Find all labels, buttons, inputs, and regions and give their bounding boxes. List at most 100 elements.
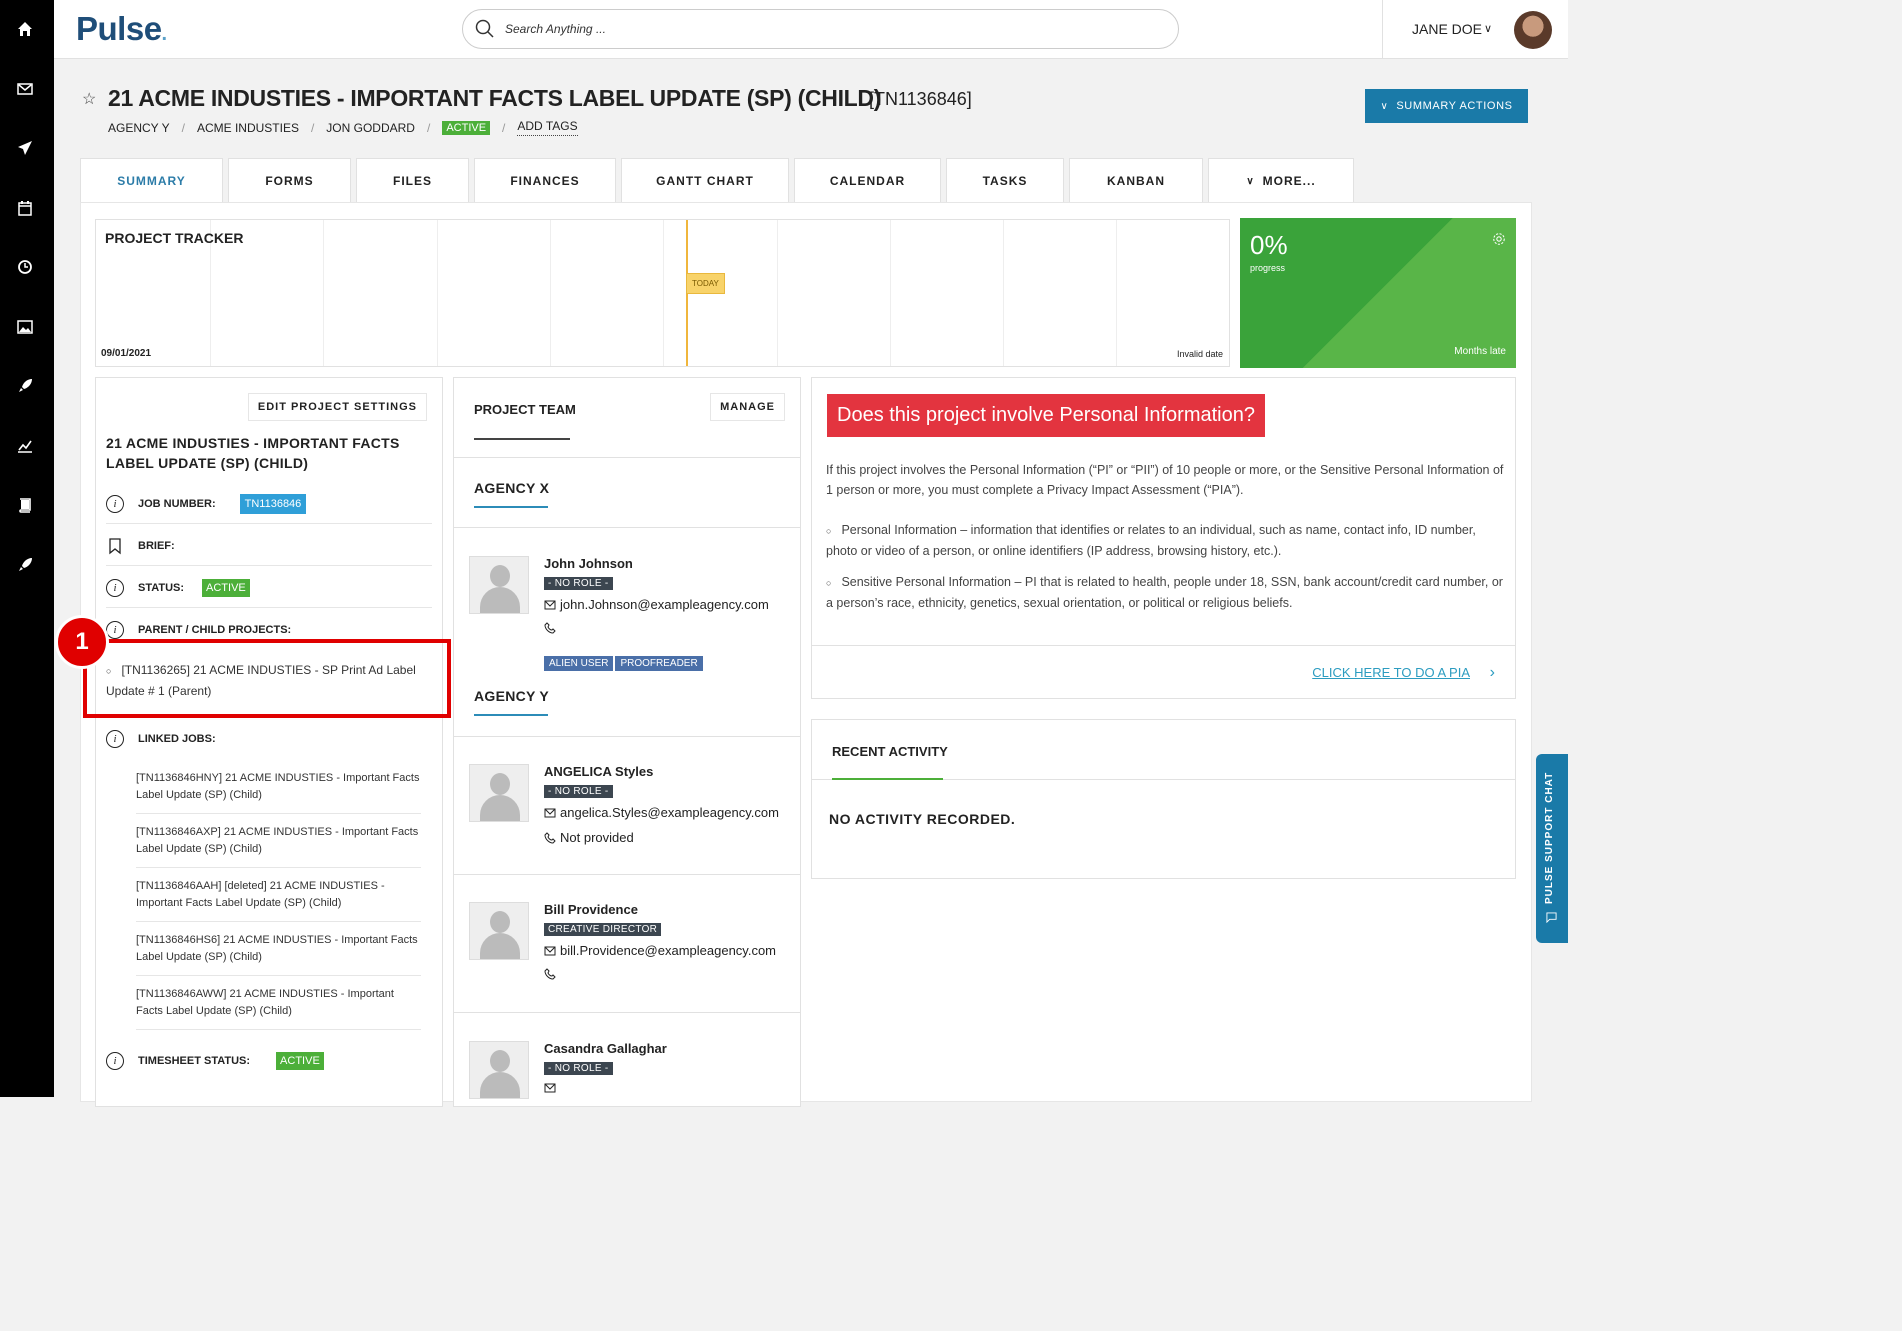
member-name[interactable]: Bill Providence (544, 902, 638, 917)
breadcrumb-separator: / (310, 120, 315, 135)
breadcrumb-client[interactable]: ACME INDUSTIES (197, 121, 299, 135)
tab-files[interactable]: FILES (356, 158, 469, 203)
project-id: [TN1136846] (869, 89, 972, 109)
info-icon: i (106, 578, 124, 597)
member-email[interactable]: bill.Providence@exampleagency.com (544, 943, 776, 958)
member-email[interactable] (544, 1082, 560, 1094)
user-menu-name[interactable]: JANE DOE (1412, 21, 1482, 37)
project-tracker: PROJECT TRACKER TODAY 09/01/2021 Invalid… (95, 219, 1230, 367)
divider (454, 457, 800, 458)
pulse-logo[interactable]: Pulse. (76, 10, 167, 48)
agency-title: AGENCY X (474, 480, 550, 496)
linked-job-item[interactable]: [TN1136846HS6] 21 ACME INDUSTIES - Impor… (136, 932, 421, 976)
member-phone[interactable] (544, 968, 560, 980)
tracker-gridline (323, 220, 324, 366)
tracker-gridline (550, 220, 551, 366)
tab-finances[interactable]: FINANCES (474, 158, 616, 203)
member-phone[interactable] (544, 622, 560, 634)
rocket-icon[interactable] (15, 555, 35, 575)
avatar (469, 764, 529, 822)
activity-title: RECENT ACTIVITY (832, 744, 948, 759)
chat-icon (1546, 912, 1557, 923)
calendar-icon[interactable] (15, 198, 35, 218)
home-icon[interactable] (15, 19, 35, 39)
activity-empty-message: NO ACTIVITY RECORDED. (829, 811, 1016, 827)
personal-information-card: Does this project involve Personal Infor… (811, 377, 1516, 699)
book-icon[interactable] (15, 495, 35, 515)
member-role-badge: - NO ROLE - (544, 1062, 613, 1075)
image-icon[interactable] (15, 317, 35, 337)
summary-actions-button[interactable]: ∨ SUMMARY ACTIONS (1365, 89, 1528, 123)
send-icon[interactable] (15, 138, 35, 158)
rocket-icon[interactable] (15, 376, 35, 396)
tab-forms[interactable]: FORMS (228, 158, 351, 203)
linked-job-item[interactable]: [TN1136846AAH] [deleted] 21 ACME INDUSTI… (136, 878, 421, 922)
member-name[interactable]: Casandra Gallaghar (544, 1041, 667, 1056)
tab-more[interactable]: ∨ MORE... (1208, 158, 1354, 203)
tab-calendar[interactable]: CALENDAR (794, 158, 941, 203)
support-chat-label: PULSE SUPPORT CHAT (1544, 771, 1555, 904)
avatar[interactable] (1514, 11, 1552, 49)
manage-team-button[interactable]: MANAGE (710, 393, 785, 421)
avatar (469, 902, 529, 960)
chevron-down-icon: ∨ (1246, 175, 1255, 187)
status-row: i STATUS: ACTIVE (106, 568, 432, 608)
tab-summary[interactable]: SUMMARY (80, 158, 223, 203)
timesheet-label: TIMESHEET STATUS: (138, 1055, 251, 1067)
breadcrumb-separator: / (426, 120, 431, 135)
tracker-end-date: Invalid date (1176, 349, 1223, 359)
left-nav-sidebar (0, 0, 54, 1097)
member-name[interactable]: ANGELICA Styles (544, 764, 653, 779)
tab-kanban[interactable]: KANBAN (1069, 158, 1203, 203)
mail-icon (544, 946, 556, 955)
star-icon[interactable]: ☆ (82, 89, 96, 109)
chevron-down-icon[interactable]: ∨ (1484, 22, 1492, 35)
member-email[interactable]: angelica.Styles@exampleagency.com (544, 805, 779, 820)
brief-label: BRIEF: (138, 539, 175, 552)
add-tags-link[interactable]: ADD TAGS (517, 119, 578, 136)
today-label: TODAY (686, 273, 725, 294)
gear-icon[interactable] (1492, 232, 1506, 246)
support-chat-button[interactable]: PULSE SUPPORT CHAT (1536, 754, 1568, 943)
divider (454, 874, 800, 875)
breadcrumb-separator: / (181, 120, 185, 135)
clock-icon[interactable] (15, 257, 35, 277)
mail-icon[interactable] (15, 79, 35, 99)
progress-card: 0% progress Months late (1240, 218, 1516, 368)
chart-icon[interactable] (15, 436, 35, 456)
member-phone[interactable]: Not provided (544, 830, 634, 845)
pia-link[interactable]: CLICK HERE TO DO A PIA (1312, 665, 1470, 680)
member-email[interactable]: john.Johnson@exampleagency.com (544, 597, 769, 612)
member-tag: PROOFREADER (615, 656, 703, 671)
linked-job-item[interactable]: [TN1136846HNY] 21 ACME INDUSTIES - Impor… (136, 770, 421, 814)
status-label: STATUS: (138, 581, 185, 594)
info-icon: i (106, 621, 124, 639)
member-role-badge: - NO ROLE - (544, 577, 613, 590)
linked-job-item[interactable]: [TN1136846AXP] 21 ACME INDUSTIES - Impor… (136, 824, 421, 868)
breadcrumb-agency[interactable]: AGENCY Y (108, 121, 170, 135)
top-bar: Pulse. JANE DOE ∨ (54, 0, 1568, 59)
member-phone-text: Not provided (560, 830, 634, 845)
pi-bullet: ○ Sensitive Personal Information – PI tha… (826, 572, 1506, 613)
linked-jobs-row: i LINKED JOBS: (106, 719, 432, 759)
tracker-gridline (1003, 220, 1004, 366)
chevron-right-icon[interactable]: › (1490, 664, 1495, 682)
divider (1382, 0, 1383, 59)
tab-tasks[interactable]: TASKS (946, 158, 1064, 203)
activity-title-underline (832, 778, 943, 780)
search-input[interactable] (505, 22, 1105, 36)
linked-job-item[interactable]: [TN1136846AWW] 21 ACME INDUSTIES - Impor… (136, 986, 421, 1030)
edit-project-settings-button[interactable]: EDIT PROJECT SETTINGS (247, 393, 427, 421)
search-box[interactable] (462, 9, 1179, 49)
member-name[interactable]: John Johnson (544, 556, 633, 571)
divider (454, 527, 800, 528)
mail-icon (544, 1083, 556, 1093)
member-email-text: angelica.Styles@exampleagency.com (560, 805, 779, 820)
avatar (469, 1041, 529, 1099)
member-tags: ALIEN USER PROOFREADER (544, 656, 703, 671)
tab-gantt-chart[interactable]: GANTT CHART (621, 158, 789, 203)
tracker-start-date: 09/01/2021 (101, 348, 152, 359)
summary-actions-label: SUMMARY ACTIONS (1396, 100, 1513, 112)
page-title: 21 ACME INDUSTIES - IMPORTANT FACTS LABE… (108, 85, 882, 111)
breadcrumb-owner[interactable]: JON GODDARD (326, 121, 415, 135)
